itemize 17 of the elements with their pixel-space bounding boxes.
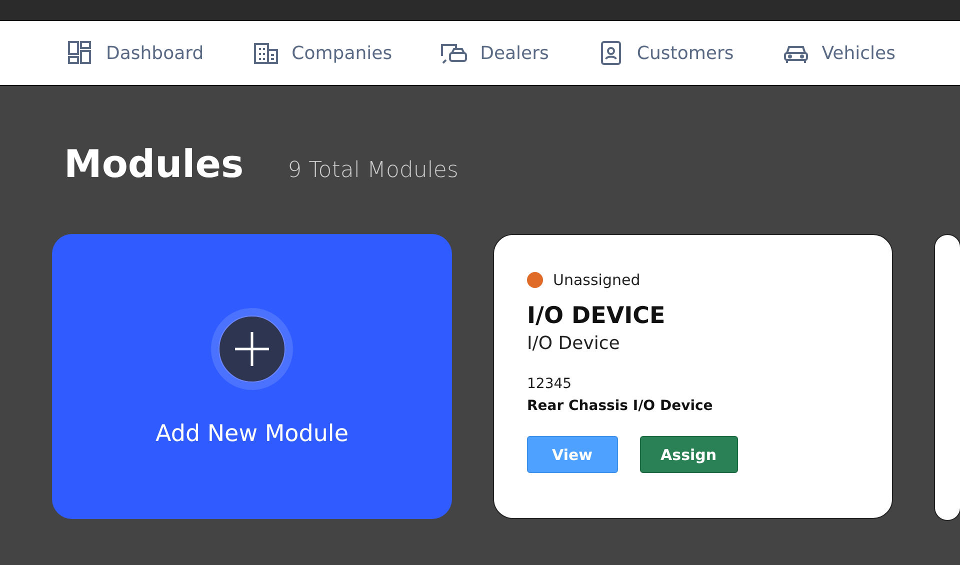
module-name: I/O DEVICE bbox=[527, 303, 666, 329]
nav-link[interactable]: Dealers bbox=[440, 40, 549, 66]
page-title: Modules bbox=[64, 142, 244, 186]
assign-button[interactable]: Assign bbox=[640, 436, 738, 473]
add-module-card[interactable]: Add New Module bbox=[52, 234, 452, 519]
module-description: Rear Chassis I/O Device bbox=[527, 398, 714, 414]
status-label: Unassigned bbox=[553, 271, 640, 289]
module-count: 9 Total Modules bbox=[288, 158, 458, 183]
nav-link[interactable]: Dashboard bbox=[66, 40, 204, 66]
dashboard-icon bbox=[66, 40, 94, 66]
nav-link[interactable]: Customers bbox=[596, 40, 734, 66]
module-type: I/O Device bbox=[527, 333, 621, 354]
serial-number: 12345 bbox=[527, 376, 573, 392]
plus-icon bbox=[210, 306, 294, 390]
building-icon bbox=[252, 40, 280, 66]
nav-link[interactable]: Companies bbox=[252, 40, 392, 66]
nav-link[interactable]: Vehicles bbox=[782, 40, 896, 66]
